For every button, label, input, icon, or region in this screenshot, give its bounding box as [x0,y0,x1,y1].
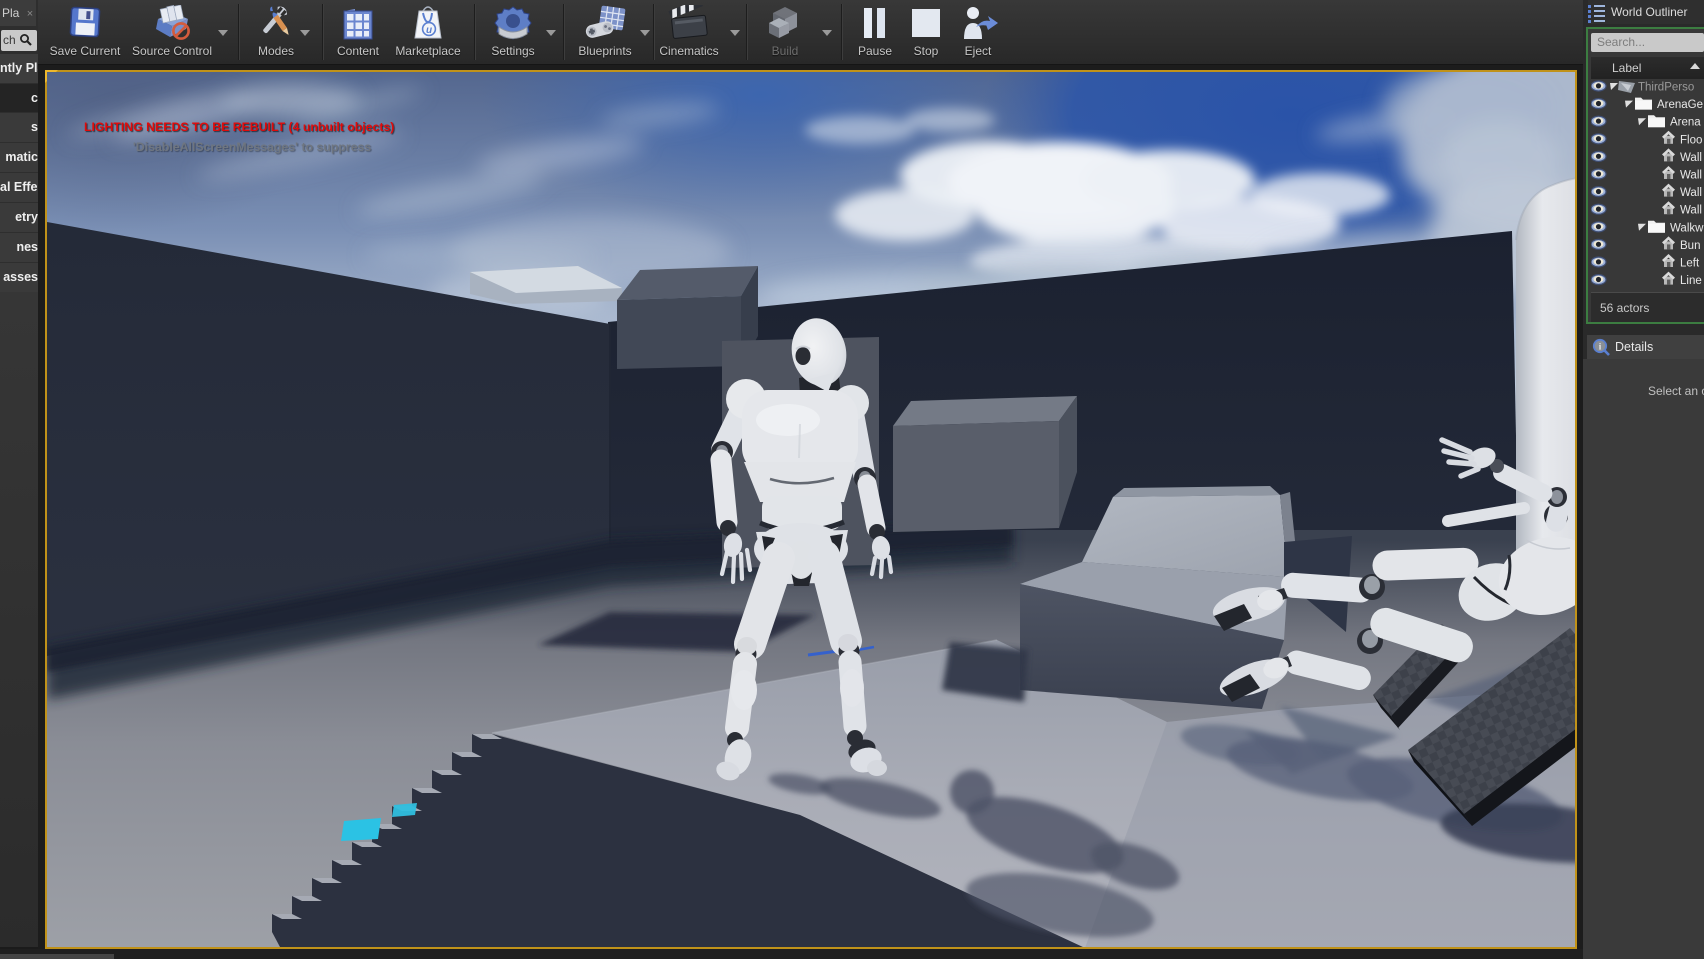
svg-text:Arena: Arena [1670,117,1701,129]
svg-text:u: u [426,25,432,36]
svg-text:Wall: Wall [1680,205,1702,217]
svg-text:Bun: Bun [1680,240,1700,252]
svg-text:Wall: Wall [1680,152,1702,164]
svg-text:Wall: Wall [1680,187,1702,199]
svg-text:Walkw: Walkw [1670,222,1704,234]
svg-text:Floo: Floo [1680,134,1702,146]
svg-text:Left: Left [1680,258,1700,270]
svg-text:Wall: Wall [1680,170,1702,182]
svg-text:ArenaGe: ArenaGe [1657,99,1703,111]
svg-text:Line: Line [1680,275,1702,287]
svg-text:ThirdPerso: ThirdPerso [1638,82,1694,94]
